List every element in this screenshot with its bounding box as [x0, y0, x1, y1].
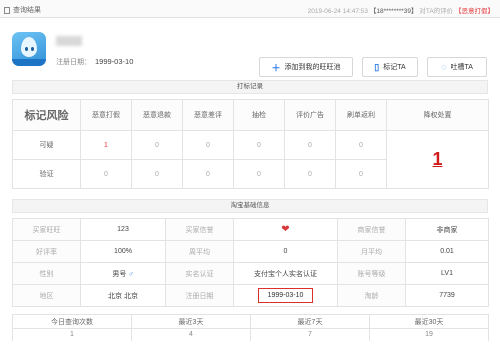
taobao-info-heading: 淘宝基础信息	[12, 199, 488, 213]
add-to-pool-button[interactable]: ＋ 添加到我的旺旺池	[259, 57, 353, 77]
stats-value: 19	[369, 328, 489, 341]
info-key: 周平均	[165, 240, 234, 263]
info-value: 0	[233, 240, 338, 263]
info-key: 好评率	[12, 240, 81, 263]
column-header: 抽检	[233, 99, 285, 131]
stats-header: 最近3天	[131, 314, 251, 329]
table-cell: 0	[182, 130, 234, 160]
info-value: 北京 北京	[80, 284, 166, 307]
stats-value: 4	[131, 328, 251, 341]
stats-header: 最近7天	[250, 314, 370, 329]
gender-text: 男号	[112, 270, 127, 278]
stats-value: 1	[12, 328, 132, 341]
male-icon: ♂	[128, 270, 134, 278]
blurred-username	[56, 36, 82, 46]
heart-icon: ❤	[281, 224, 290, 235]
info-key: 注册日期	[165, 284, 234, 307]
table-cell: 0	[182, 159, 234, 189]
table-row: 地区 北京 北京 注册日期 1999-03-10 淘龄 7739	[12, 284, 489, 307]
column-header: 恶意差评	[182, 99, 234, 131]
info-value: 123	[80, 218, 166, 241]
table-row: 1 4 7 19	[12, 328, 489, 341]
column-header: 恶意打假	[80, 99, 132, 131]
table-row: 可疑 1 0 0 0 0 0 1	[12, 130, 489, 189]
mark-label: 标记TA	[383, 64, 406, 71]
chat-bubble-icon: ◌	[441, 62, 447, 72]
mark-records-table: 标记风险 恶意打假 恶意退款 恶意差评 抽检 评价广告 刷单返利 降权处置 可疑…	[12, 99, 489, 189]
table-row: 买家旺旺 123 买家信誉 ❤ 商家信誉 非商家	[12, 218, 489, 241]
bookmark-icon: ▯	[374, 61, 380, 72]
query-stats-table: 今日查询次数 最近3天 最近7天 最近30天 1 4 7 19	[12, 314, 489, 341]
mark-risk-corner: 标记风险	[12, 99, 81, 131]
registration-label: 注册日期：	[56, 59, 91, 66]
registration-date-cell: 1999-03-10	[233, 284, 338, 307]
avatar	[12, 32, 46, 66]
registration-date: 1999-03-10	[95, 57, 134, 66]
query-label: 对TA的评价	[419, 8, 454, 15]
demotion-count: 1	[386, 130, 489, 189]
demotion-header: 降权处置	[386, 99, 489, 131]
mark-records-heading: 打标记录	[12, 80, 488, 94]
table-cell: 0	[335, 159, 387, 189]
info-key: 买家旺旺	[12, 218, 81, 241]
stats-header: 最近30天	[369, 314, 489, 329]
info-key: 性别	[12, 262, 81, 285]
info-value: 非商家	[405, 218, 489, 241]
row-label: 验证	[12, 159, 81, 189]
info-value: 0.01	[405, 240, 489, 263]
info-value: 支付宝个人实名认证	[233, 262, 338, 285]
result-title: 查询结果	[4, 5, 41, 15]
info-key: 商家信誉	[337, 218, 406, 241]
table-row: 好评率 100% 周平均 0 月平均 0.01	[12, 240, 489, 263]
plus-icon: ＋	[271, 62, 281, 73]
result-title-text: 查询结果	[13, 7, 41, 14]
info-value: 100%	[80, 240, 166, 263]
query-meta: 2019-06-24 14:47:53 【18********39】 对TA的评…	[307, 8, 494, 15]
add-to-pool-label: 添加到我的旺旺池	[284, 64, 341, 71]
info-key: 月平均	[337, 240, 406, 263]
highlighted-registration-date: 1999-03-10	[257, 288, 314, 303]
info-key: 账号等级	[337, 262, 406, 285]
row-label: 可疑	[12, 130, 81, 160]
table-row: 性别 男号 ♂ 实名认证 支付宝个人实名认证 账号等级 LV1	[12, 262, 489, 285]
mark-button[interactable]: ▯ 标记TA	[362, 57, 418, 77]
query-action: 【恶意打假】	[455, 8, 494, 15]
stats-value: 7	[250, 328, 370, 341]
table-cell: 1	[80, 130, 132, 160]
query-timestamp: 2019-06-24 14:47:53	[307, 8, 369, 15]
info-key: 实名认证	[165, 262, 234, 285]
info-key: 买家信誉	[165, 218, 234, 241]
info-key: 地区	[12, 284, 81, 307]
table-cell: 0	[80, 159, 132, 189]
taobao-info-table: 买家旺旺 123 买家信誉 ❤ 商家信誉 非商家 好评率 100% 周平均 0 …	[12, 218, 489, 307]
info-value: 7739	[405, 284, 489, 307]
stats-header: 今日查询次数	[12, 314, 132, 329]
registration-info: 注册日期： 1999-03-10	[56, 57, 133, 67]
info-key: 淘龄	[337, 284, 406, 307]
table-cell: 0	[131, 130, 183, 160]
table-cell: 0	[131, 159, 183, 189]
query-phone: 18********39	[376, 8, 412, 15]
profile-header: 注册日期： 1999-03-10 ＋ 添加到我的旺旺池 ▯ 标记TA ◌ 吐槽TA	[0, 19, 500, 77]
top-bar: 查询结果 2019-06-24 14:47:53 【18********39】 …	[0, 0, 500, 18]
table-cell: 0	[233, 159, 285, 189]
info-value: LV1	[405, 262, 489, 285]
table-row: 今日查询次数 最近3天 最近7天 最近30天	[12, 314, 489, 329]
column-header: 评价广告	[284, 99, 336, 131]
table-cell: 0	[284, 130, 336, 160]
buyer-credit: ❤	[233, 218, 338, 241]
table-cell: 0	[233, 130, 285, 160]
column-header: 刷单返利	[335, 99, 387, 131]
column-header: 恶意退款	[131, 99, 183, 131]
table-cell: 0	[335, 130, 387, 160]
document-icon	[4, 6, 10, 14]
complain-button[interactable]: ◌ 吐槽TA	[427, 57, 487, 77]
gender-value: 男号 ♂	[80, 262, 166, 285]
table-cell: 0	[284, 159, 336, 189]
complain-label: 吐槽TA	[450, 64, 473, 71]
